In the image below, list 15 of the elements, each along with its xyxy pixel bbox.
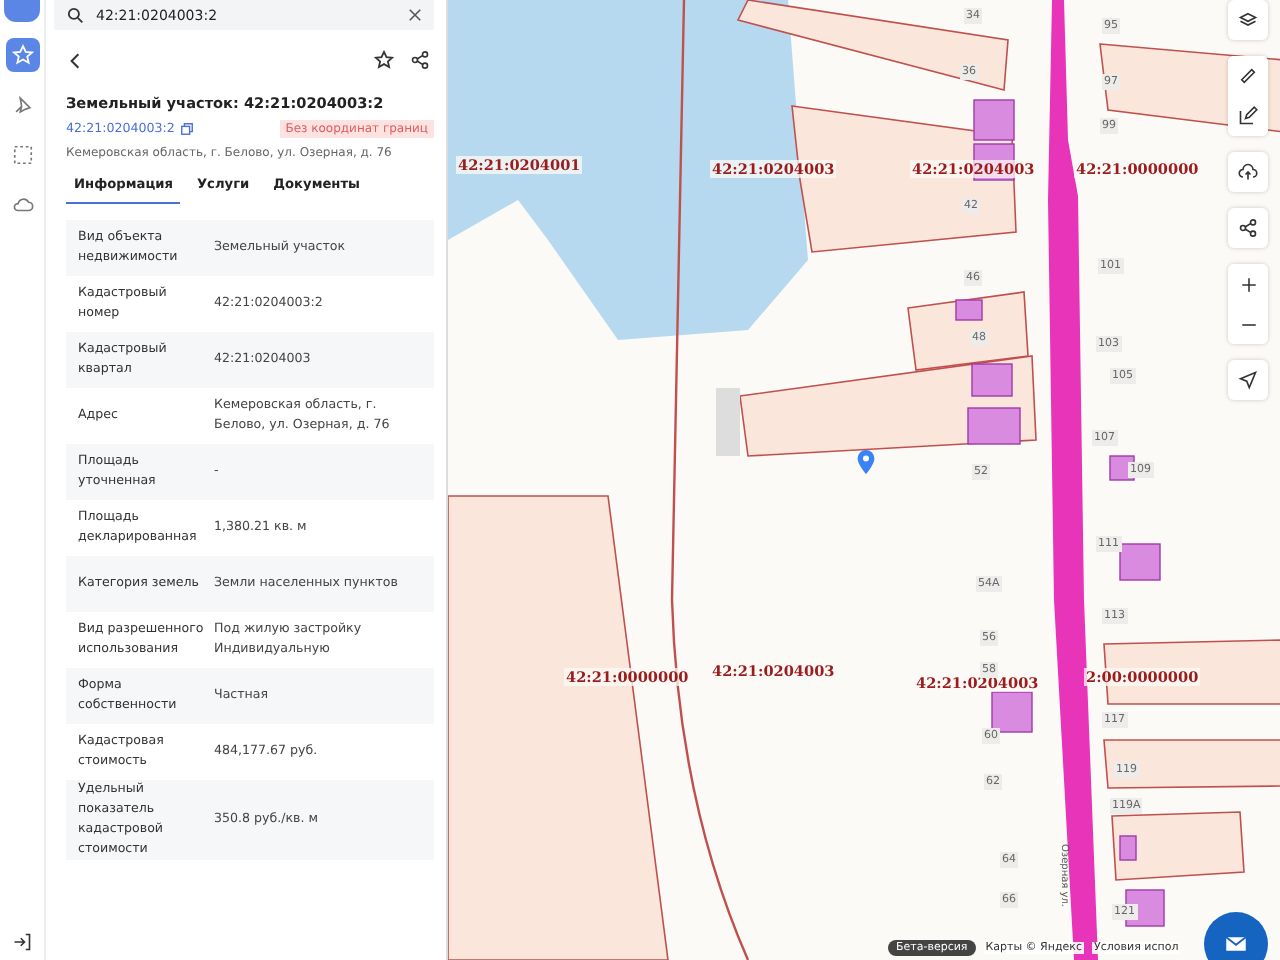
search-icon: [66, 6, 84, 24]
back-icon[interactable]: [66, 51, 84, 69]
share-icon[interactable]: [1228, 208, 1268, 248]
zoom-in-icon[interactable]: [1228, 264, 1268, 304]
upload-icon[interactable]: [1228, 152, 1268, 192]
copy-icon[interactable]: [180, 122, 195, 136]
location-pin-icon: [856, 450, 876, 474]
star-icon[interactable]: [374, 50, 394, 70]
logo-icon[interactable]: [4, 0, 40, 22]
layers-icon[interactable]: [1228, 0, 1268, 40]
logout-icon[interactable]: [12, 932, 32, 952]
close-icon[interactable]: [408, 8, 422, 22]
share-icon[interactable]: [410, 50, 430, 70]
edit-icon[interactable]: [1228, 96, 1268, 136]
ruler-icon[interactable]: [1228, 56, 1268, 96]
